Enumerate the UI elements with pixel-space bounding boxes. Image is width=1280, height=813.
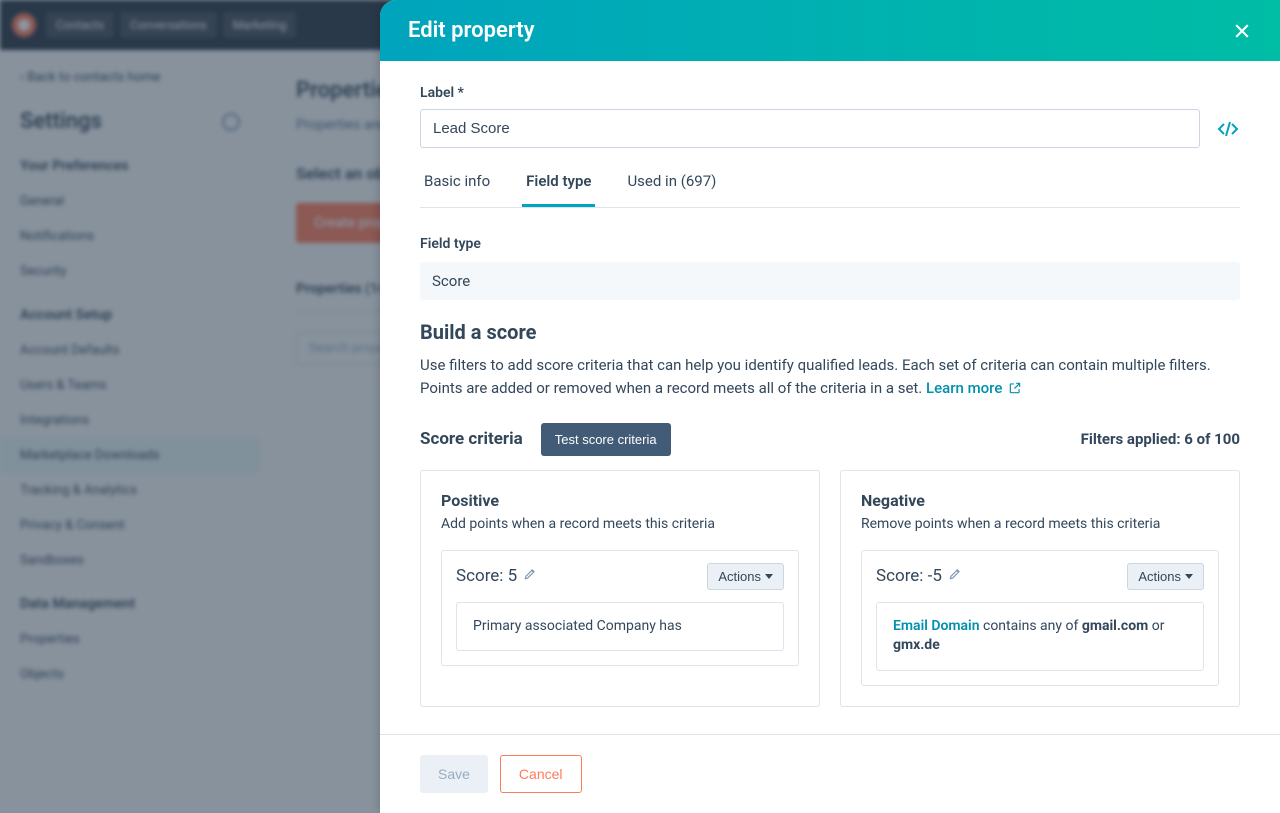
save-button[interactable]: Save xyxy=(420,755,488,793)
negative-score-card: Score: -5 Actions Email Domain contains … xyxy=(861,550,1219,686)
test-score-criteria-button[interactable]: Test score criteria xyxy=(541,423,671,456)
chevron-down-icon xyxy=(1185,574,1193,579)
positive-score-value: Score: 5 xyxy=(456,566,517,586)
filter-mid: contains any of xyxy=(980,618,1082,634)
negative-column: Negative Remove points when a record mee… xyxy=(840,470,1240,707)
pencil-icon[interactable] xyxy=(948,566,962,586)
panel-header: Edit property xyxy=(380,0,1280,61)
positive-actions-button[interactable]: Actions xyxy=(707,563,784,590)
panel-title: Edit property xyxy=(408,18,535,43)
close-icon[interactable] xyxy=(1232,21,1252,41)
positive-column: Positive Add points when a record meets … xyxy=(420,470,820,707)
learn-more-link[interactable]: Learn more xyxy=(926,379,1022,397)
filters-applied-text: Filters applied: 6 of 100 xyxy=(1081,430,1240,448)
filter-link-email-domain: Email Domain xyxy=(893,618,980,634)
panel-body: Label * Basic info Field type Used in (6… xyxy=(380,61,1280,734)
cancel-button[interactable]: Cancel xyxy=(500,755,582,793)
filter-value-1: gmail.com xyxy=(1082,618,1148,634)
negative-actions-button[interactable]: Actions xyxy=(1127,563,1204,590)
negative-sub: Remove points when a record meets this c… xyxy=(861,516,1219,532)
positive-score-card: Score: 5 Actions Primary associated Comp… xyxy=(441,550,799,667)
filter-value-2: gmx.de xyxy=(893,637,940,653)
positive-filter-box[interactable]: Primary associated Company has xyxy=(456,602,784,652)
positive-sub: Add points when a record meets this crit… xyxy=(441,516,799,532)
label-field-label: Label * xyxy=(420,85,1240,101)
tab-basic-info[interactable]: Basic info xyxy=(420,172,494,207)
filter-or: or xyxy=(1148,618,1164,634)
tab-used-in[interactable]: Used in (697) xyxy=(623,172,720,207)
negative-score-value: Score: -5 xyxy=(876,566,942,586)
field-type-label: Field type xyxy=(420,236,1240,252)
chevron-down-icon xyxy=(765,574,773,579)
field-type-value: Score xyxy=(420,262,1240,300)
positive-filter-text: Primary associated Company has xyxy=(473,618,682,634)
external-link-icon xyxy=(1008,379,1022,402)
label-input[interactable] xyxy=(420,109,1200,148)
build-score-heading: Build a score xyxy=(420,320,1240,344)
tab-row: Basic info Field type Used in (697) xyxy=(420,172,1240,208)
positive-heading: Positive xyxy=(441,491,799,510)
negative-heading: Negative xyxy=(861,491,1219,510)
panel-footer: Save Cancel xyxy=(380,734,1280,813)
build-score-description: Use filters to add score criteria that c… xyxy=(420,354,1240,403)
pencil-icon[interactable] xyxy=(523,566,537,586)
score-criteria-heading: Score criteria xyxy=(420,429,523,449)
edit-property-panel: Edit property Label * Basic info Field t… xyxy=(380,0,1280,813)
negative-filter-box[interactable]: Email Domain contains any of gmail.com o… xyxy=(876,602,1204,671)
tab-field-type[interactable]: Field type xyxy=(522,172,595,207)
code-icon[interactable] xyxy=(1216,117,1240,141)
build-body-text: Use filters to add score criteria that c… xyxy=(420,356,1211,397)
